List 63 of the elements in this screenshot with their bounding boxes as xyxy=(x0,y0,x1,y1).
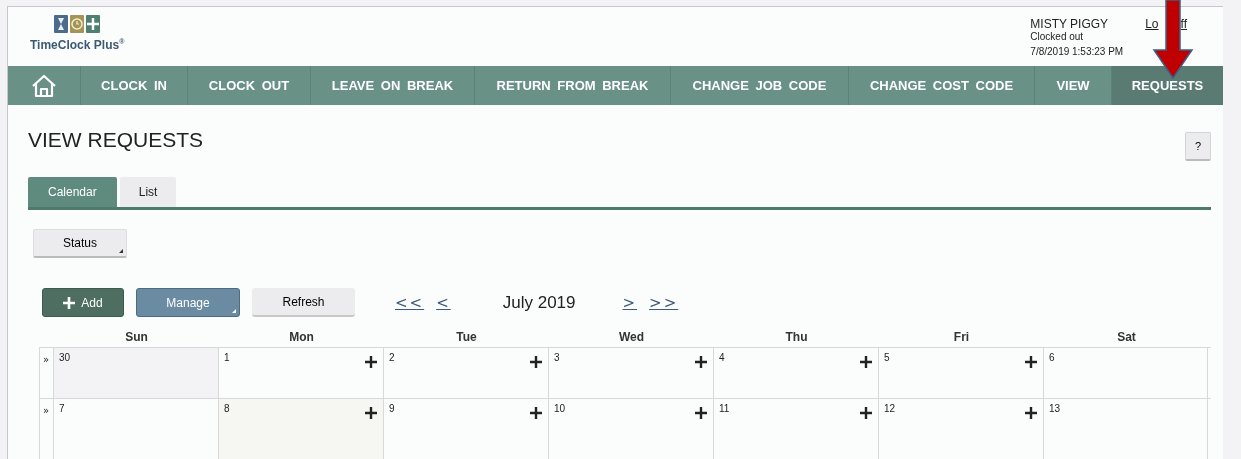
clock-status: Clocked out xyxy=(1030,31,1085,42)
page-title: VIEW REQUESTS xyxy=(28,128,204,152)
month-label: July 2019 xyxy=(502,292,576,313)
day-number: 3 xyxy=(554,352,560,363)
nav-tab[interactable]: CHANGE JOB CODE xyxy=(671,66,849,105)
weekday-header: Mon xyxy=(288,330,315,344)
nav-tab[interactable]: REQUESTS xyxy=(1112,66,1223,105)
day-number: 12 xyxy=(884,403,896,414)
date-time: 7/8/2019 1:53:23 PM xyxy=(1030,46,1124,57)
add-icon[interactable] xyxy=(1025,356,1037,368)
weekday-header: Tue xyxy=(455,330,478,344)
day-number: 6 xyxy=(1049,352,1055,363)
day-cell[interactable]: 6 xyxy=(1043,348,1208,398)
day-number: 7 xyxy=(59,403,65,414)
day-number: 10 xyxy=(554,403,566,414)
logo-text: TimeClock Plus$^{®}$ xyxy=(30,38,125,52)
previous-link[interactable]: < xyxy=(436,293,451,312)
day-number: 1 xyxy=(224,352,230,363)
nav-tab[interactable]: CHANGE COST CODE xyxy=(849,66,1035,105)
manage-dropdown[interactable]: Manage xyxy=(136,288,240,317)
add-icon[interactable] xyxy=(365,356,377,368)
day-cell[interactable]: 30 xyxy=(53,348,218,398)
mode-tab[interactable]: Calendar xyxy=(28,177,117,207)
weekday-header: Sat xyxy=(1116,330,1137,344)
weekday-header: Thu xyxy=(784,330,809,344)
weekday-header: Sun xyxy=(124,330,149,344)
add-icon[interactable] xyxy=(530,356,542,368)
nav-tab[interactable]: LEAVE ON BREAK xyxy=(311,66,475,105)
add-icon[interactable] xyxy=(1025,407,1037,419)
add-icon[interactable] xyxy=(860,356,872,368)
day-number: 30 xyxy=(59,352,71,363)
day-number: 11 xyxy=(719,403,730,414)
add-icon[interactable] xyxy=(695,407,707,419)
nav-tab[interactable]: RETURN FROM BREAK xyxy=(475,66,671,105)
status-dropdown[interactable]: Status xyxy=(33,229,127,258)
day-number: 5 xyxy=(884,352,890,363)
mode-tab[interactable]: List xyxy=(119,177,177,207)
day-cell[interactable]: 13 xyxy=(1043,399,1208,459)
nav-tab[interactable]: CLOCK IN xyxy=(81,66,188,105)
add-button[interactable]: Add xyxy=(42,288,124,317)
next-link[interactable]: > xyxy=(622,293,638,312)
help-button[interactable]: ? xyxy=(1185,132,1211,161)
nav-tab[interactable]: CLOCK OUT xyxy=(188,66,311,105)
weekday-header: Wed xyxy=(617,330,646,344)
day-number: 13 xyxy=(1049,403,1061,414)
weekday-header: Fri xyxy=(952,330,971,344)
link-fragment[interactable]: Lo xyxy=(1145,17,1159,33)
day-number: 2 xyxy=(389,352,395,363)
last-page-link[interactable]: >> xyxy=(649,293,679,312)
day-number: 4 xyxy=(719,352,725,363)
first-page-link[interactable]: << xyxy=(395,293,425,312)
logo-icon xyxy=(54,15,101,35)
home-icon xyxy=(31,73,57,98)
add-icon[interactable] xyxy=(530,407,542,419)
user-name: MISTY PIGGY xyxy=(1030,17,1110,31)
day-number: 9 xyxy=(389,403,395,414)
add-icon[interactable] xyxy=(695,356,707,368)
day-number: 8 xyxy=(224,403,230,414)
add-icon[interactable] xyxy=(365,407,377,419)
refresh-button[interactable]: Refresh xyxy=(252,288,355,317)
day-cell[interactable]: 8 xyxy=(218,399,383,459)
plus-icon xyxy=(63,296,76,309)
add-icon[interactable] xyxy=(860,407,872,419)
